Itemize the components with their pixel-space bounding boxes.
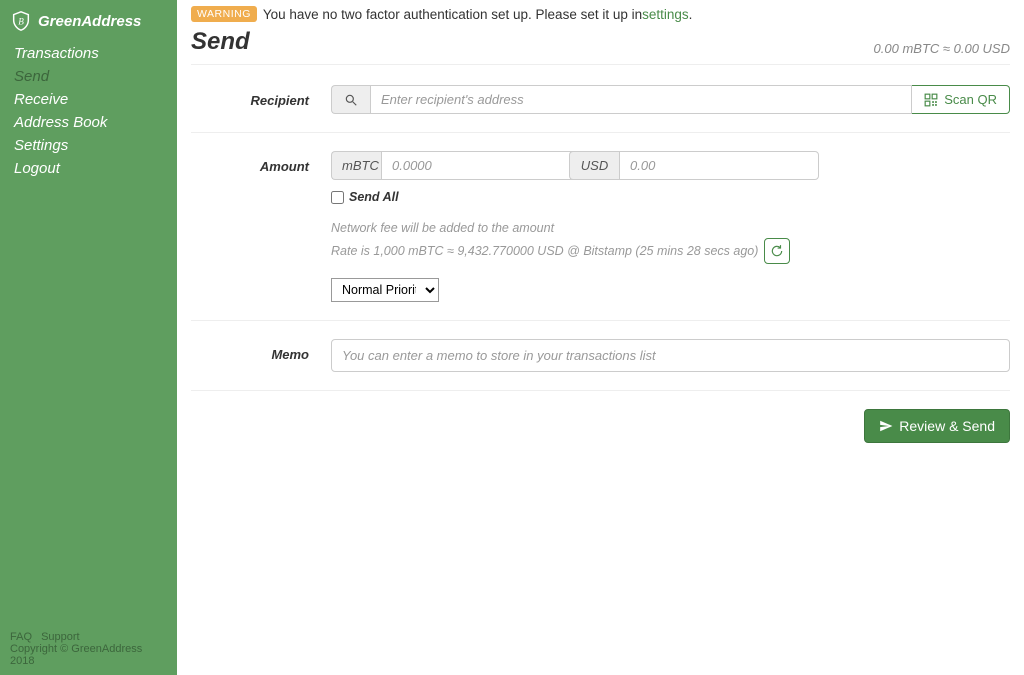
- review-send-button[interactable]: Review & Send: [864, 409, 1010, 443]
- page-header: Send 0.00 mBTC ≈ 0.00 USD: [191, 28, 1010, 65]
- refresh-rate-button[interactable]: [764, 238, 790, 264]
- brand: B GreenAddress: [0, 6, 177, 42]
- search-icon[interactable]: [331, 85, 370, 114]
- balance: 0.00 mBTC ≈ 0.00 USD: [874, 41, 1010, 56]
- amount-row: Amount mBTC USD Send All: [191, 151, 1010, 321]
- page-title: Send: [191, 28, 250, 56]
- usd-input[interactable]: [619, 151, 819, 180]
- refresh-icon: [770, 244, 784, 258]
- footer-faq-link[interactable]: FAQ: [10, 631, 32, 643]
- sidebar-item-logout[interactable]: Logout: [0, 157, 177, 180]
- scan-qr-button[interactable]: Scan QR: [912, 85, 1010, 114]
- memo-label: Memo: [191, 339, 331, 372]
- main: WARNING You have no two factor authentic…: [177, 0, 1024, 675]
- sidebar-item-send[interactable]: Send: [0, 65, 177, 88]
- fee-note: Network fee will be added to the amount: [331, 218, 1010, 238]
- brand-name: GreenAddress: [38, 13, 141, 30]
- mbtc-currency-label: mBTC: [331, 151, 381, 180]
- memo-input[interactable]: [331, 339, 1010, 372]
- send-all-label: Send All: [349, 190, 399, 204]
- usd-currency-label: USD: [569, 151, 619, 180]
- amount-label: Amount: [191, 151, 331, 302]
- recipient-label: Recipient: [191, 85, 331, 114]
- svg-text:B: B: [18, 17, 24, 27]
- memo-row: Memo: [191, 339, 1010, 391]
- send-all-checkbox[interactable]: [331, 191, 344, 204]
- sidebar-item-transactions[interactable]: Transactions: [0, 42, 177, 65]
- mbtc-group: mBTC: [331, 151, 541, 180]
- footer-support-link[interactable]: Support: [41, 631, 80, 643]
- warning-text-suffix: .: [689, 7, 693, 22]
- nav: Transactions Send Receive Address Book S…: [0, 42, 177, 180]
- warning-badge: WARNING: [191, 6, 257, 22]
- paper-plane-icon: [879, 419, 893, 433]
- scan-qr-label: Scan QR: [944, 92, 997, 107]
- warning-bar: WARNING You have no two factor authentic…: [191, 6, 1010, 22]
- sidebar-footer: FAQ Support Copyright © GreenAddress 201…: [0, 625, 177, 675]
- warning-text-prefix: You have no two factor authentication se…: [263, 7, 642, 22]
- recipient-row: Recipient: [191, 85, 1010, 133]
- footer-copyright: Copyright © GreenAddress 2018: [10, 643, 167, 667]
- recipient-input[interactable]: [370, 85, 912, 114]
- sidebar-item-settings[interactable]: Settings: [0, 134, 177, 157]
- qrcode-icon: [924, 93, 938, 107]
- sidebar: B GreenAddress Transactions Send Receive…: [0, 0, 177, 675]
- mbtc-input[interactable]: [381, 151, 581, 180]
- shield-bitcoin-icon: B: [10, 10, 32, 32]
- rate-text: Rate is 1,000 mBTC ≈ 9,432.770000 USD @ …: [331, 241, 758, 261]
- usd-group: USD: [569, 151, 779, 180]
- warning-settings-link[interactable]: settings: [642, 7, 689, 22]
- sidebar-item-address-book[interactable]: Address Book: [0, 111, 177, 134]
- priority-select[interactable]: Normal Priority: [331, 278, 439, 302]
- review-send-label: Review & Send: [899, 418, 995, 434]
- sidebar-item-receive[interactable]: Receive: [0, 88, 177, 111]
